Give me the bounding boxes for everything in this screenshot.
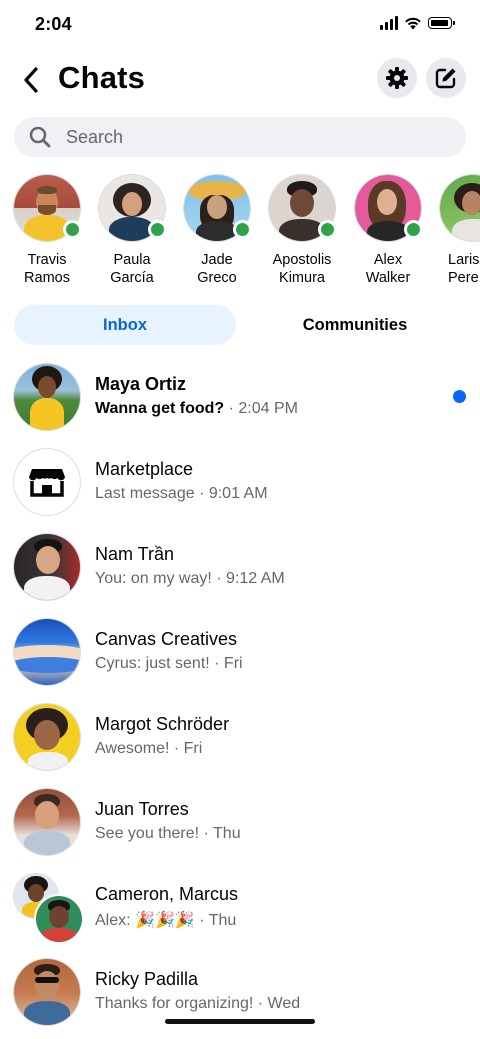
chat-name: Ricky Padilla [95,969,199,989]
compose-icon [435,68,456,89]
chat-name: Juan Torres [95,799,189,819]
chat-time: · 9:12 AM [216,570,285,587]
avatar [14,364,80,430]
chat-subtitle: You: on my way! · 9:12 AM [95,570,285,588]
avatar [14,959,80,1025]
chat-time: · 9:01 AM [199,485,268,502]
online-indicator [404,220,423,239]
chat-time: · Thu [203,825,241,842]
active-contact-name: Paula García [110,252,154,286]
avatar [34,894,84,944]
status-time: 2:04 [35,14,72,34]
active-contact[interactable]: Apostolis Kimura [259,172,345,287]
active-contacts-row: Travis Ramos Paula García Jade Greco Apo… [0,172,480,292]
chat-preview: See you there! [95,825,200,842]
active-contact-name: Jade Greco [197,252,237,286]
chat-time: · Fri [214,655,243,672]
chat-preview: Thanks for organizing! [95,995,254,1012]
unread-indicator [453,390,466,403]
chat-name: Cameron, Marcus [95,884,239,904]
chat-name: Canvas Creatives [95,629,238,649]
marketplace-icon [29,469,65,497]
avatar [184,175,252,241]
online-indicator [148,220,167,239]
settings-button[interactable] [377,58,417,98]
status-bar: 2:04 [0,0,480,50]
chat-preview: Last message [95,485,195,502]
chat-time: · Thu [199,912,237,929]
chat-name: Maya Ortiz [95,374,187,394]
online-indicator [318,220,337,239]
chat-row[interactable]: Canvas Creatives Cyrus: just sent! · Fri [0,614,480,699]
chat-subtitle: Last message · 9:01 AM [95,485,268,503]
chat-preview: Awesome! [95,740,170,757]
search-input[interactable] [64,125,448,149]
avatar [99,175,167,241]
online-indicator [233,220,252,239]
avatar [14,449,80,515]
chat-list: Maya Ortiz Wanna get food? · 2:04 PM Mar… [0,359,480,1039]
active-contact[interactable]: Alex Walker [345,172,431,287]
active-contact-name: Alex Walker [365,252,411,286]
chat-subtitle: Cyrus: just sent! · Fri [95,655,243,673]
active-contact[interactable]: Laris Pere [430,172,480,287]
status-icons [380,16,455,30]
active-contact[interactable]: Jade Greco [174,172,260,287]
avatar [14,534,80,600]
chat-time: · 2:04 PM [228,400,298,417]
chat-name: Nam Trần [95,544,175,564]
chat-name: Marketplace [95,459,194,479]
chat-subtitle: Wanna get food? · 2:04 PM [95,400,298,418]
chat-preview: You: on my way! [95,570,212,587]
search-icon [29,126,51,148]
chat-subtitle: Thanks for organizing! · Wed [95,995,300,1013]
compose-button[interactable] [426,58,466,98]
online-indicator [63,220,82,239]
active-contact-name: Travis Ramos [24,252,70,286]
chat-preview: Cyrus: just sent! [95,655,210,672]
chat-row[interactable]: Maya Ortiz Wanna get food? · 2:04 PM [0,359,480,444]
search-bar[interactable] [14,117,466,157]
chat-subtitle: See you there! · Thu [95,825,241,843]
chat-row[interactable]: Nam Trần You: on my way! · 9:12 AM [0,529,480,614]
avatar [14,789,80,855]
header: Chats [0,52,480,108]
tab-communities[interactable]: Communities [244,305,466,345]
avatar [440,175,480,241]
avatar [355,175,423,241]
active-contact-name: Apostolis Kimura [272,252,332,286]
wifi-icon [405,17,421,30]
chat-tabs: Inbox Communities [14,305,466,345]
chat-row[interactable]: Ricky Padilla Thanks for organizing! · W… [0,954,480,1039]
page-title: Chats [58,60,146,95]
avatar [14,704,80,770]
chat-row[interactable]: Margot Schröder Awesome! · Fri [0,699,480,784]
active-contact[interactable]: Paula García [89,172,175,287]
chat-name: Margot Schröder [95,714,230,734]
chat-time: · Wed [257,995,301,1012]
chat-subtitle: Alex: 🎉🎉🎉 · Thu [95,910,236,930]
gear-icon [386,67,408,89]
active-contact[interactable]: Travis Ramos [4,172,90,287]
avatar [14,619,80,685]
avatar [269,175,337,241]
battery-icon [428,17,455,29]
back-button[interactable] [16,63,46,97]
chat-subtitle: Awesome! · Fri [95,740,202,758]
chat-time: · Fri [173,740,203,757]
chevron-left-icon [24,67,38,93]
chat-row[interactable]: Juan Torres See you there! · Thu [0,784,480,869]
home-indicator [165,1019,315,1024]
avatar [14,175,82,241]
chat-preview: Wanna get food? [95,400,225,417]
chat-preview: Alex: 🎉🎉🎉 [95,912,195,929]
signal-icon [380,16,398,30]
group-avatar [14,874,84,944]
chat-row[interactable]: Cameron, Marcus Alex: 🎉🎉🎉 · Thu [0,869,480,954]
active-contact-name: Laris Pere [448,252,480,286]
chat-row[interactable]: Marketplace Last message · 9:01 AM [0,444,480,529]
tab-inbox[interactable]: Inbox [14,305,236,345]
